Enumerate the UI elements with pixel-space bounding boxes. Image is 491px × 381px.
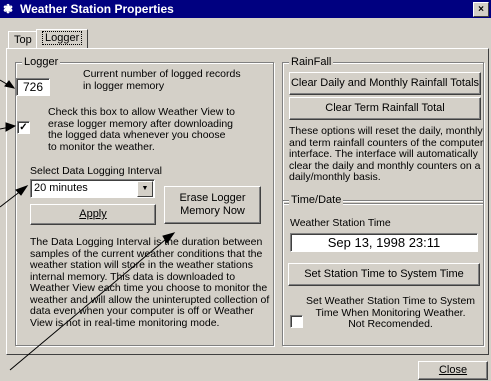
- callout-arrowhead: [4, 80, 16, 89]
- callout-arrows: [0, 79, 176, 371]
- callout-arrow: [9, 239, 166, 371]
- callout-arrowhead: [5, 122, 17, 132]
- callout-arrowhead: [162, 232, 176, 244]
- properties-window: ❃ Weather Station Properties × Top Logge…: [0, 0, 491, 381]
